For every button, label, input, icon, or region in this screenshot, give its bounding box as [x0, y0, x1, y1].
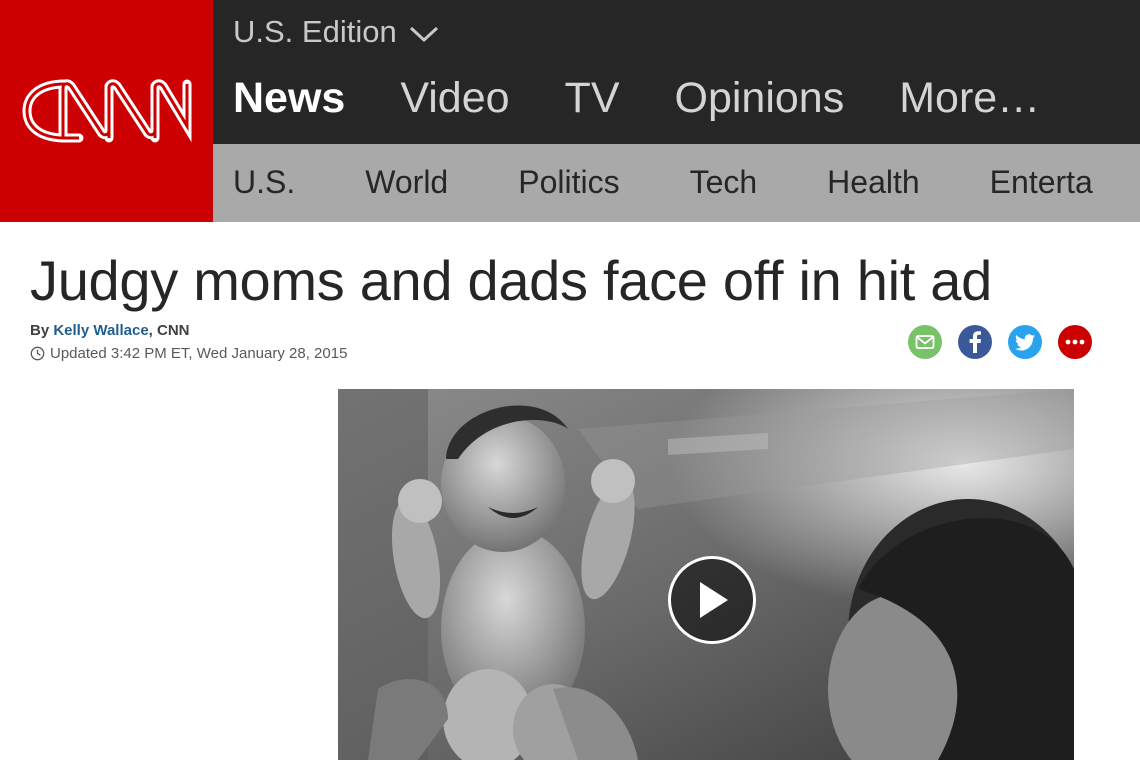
share-email-button[interactable]	[908, 325, 942, 359]
byline-source: , CNN	[148, 322, 190, 339]
updated-text: Updated 3:42 PM ET, Wed January 28, 2015	[50, 345, 348, 362]
article-headline: Judgy moms and dads face off in hit ad	[30, 249, 992, 312]
edition-label: U.S. Edition	[233, 14, 397, 49]
section-nav-item-tech[interactable]: Tech	[690, 164, 758, 201]
byline-prefix: By	[30, 322, 54, 339]
share-bar	[908, 325, 1092, 359]
play-icon	[700, 582, 728, 618]
facebook-icon	[969, 331, 981, 353]
section-nav-item-us[interactable]: U.S.	[233, 164, 295, 201]
section-nav-bar: U.S. World Politics Tech Health Enterta	[213, 144, 1140, 222]
section-nav-item-politics[interactable]: Politics	[518, 164, 619, 201]
more-icon	[1065, 339, 1085, 345]
section-nav-item-entertainment[interactable]: Enterta	[990, 164, 1093, 201]
play-button[interactable]	[668, 556, 756, 644]
author-link[interactable]: Kelly Wallace	[53, 322, 148, 339]
twitter-icon	[1015, 333, 1035, 350]
section-nav-item-health[interactable]: Health	[827, 164, 920, 201]
chevron-down-icon	[409, 26, 438, 43]
update-timestamp: Updated 3:42 PM ET, Wed January 28, 2015	[30, 345, 347, 362]
section-nav: U.S. World Politics Tech Health Enterta	[233, 164, 1093, 201]
clock-icon	[30, 346, 45, 361]
cnn-logo[interactable]	[0, 0, 213, 222]
edition-selector[interactable]: U.S. Edition	[233, 14, 439, 50]
section-nav-item-world[interactable]: World	[365, 164, 448, 201]
main-nav-item-news[interactable]: News	[233, 74, 345, 123]
main-nav-item-tv[interactable]: TV	[565, 74, 620, 123]
cnn-logo-icon	[21, 79, 191, 143]
video-player[interactable]	[338, 389, 1074, 760]
email-icon	[915, 335, 935, 349]
top-nav-bar: U.S. Edition News Video TV Opinions More…	[213, 0, 1140, 144]
main-nav-item-video[interactable]: Video	[400, 74, 509, 123]
share-twitter-button[interactable]	[1008, 325, 1042, 359]
share-facebook-button[interactable]	[958, 325, 992, 359]
main-nav-item-more[interactable]: More…	[899, 74, 1040, 123]
byline: By Kelly Wallace, CNN	[30, 322, 190, 339]
main-nav: News Video TV Opinions More…	[233, 74, 1095, 123]
main-nav-item-opinions[interactable]: Opinions	[675, 74, 845, 123]
share-more-button[interactable]	[1058, 325, 1092, 359]
